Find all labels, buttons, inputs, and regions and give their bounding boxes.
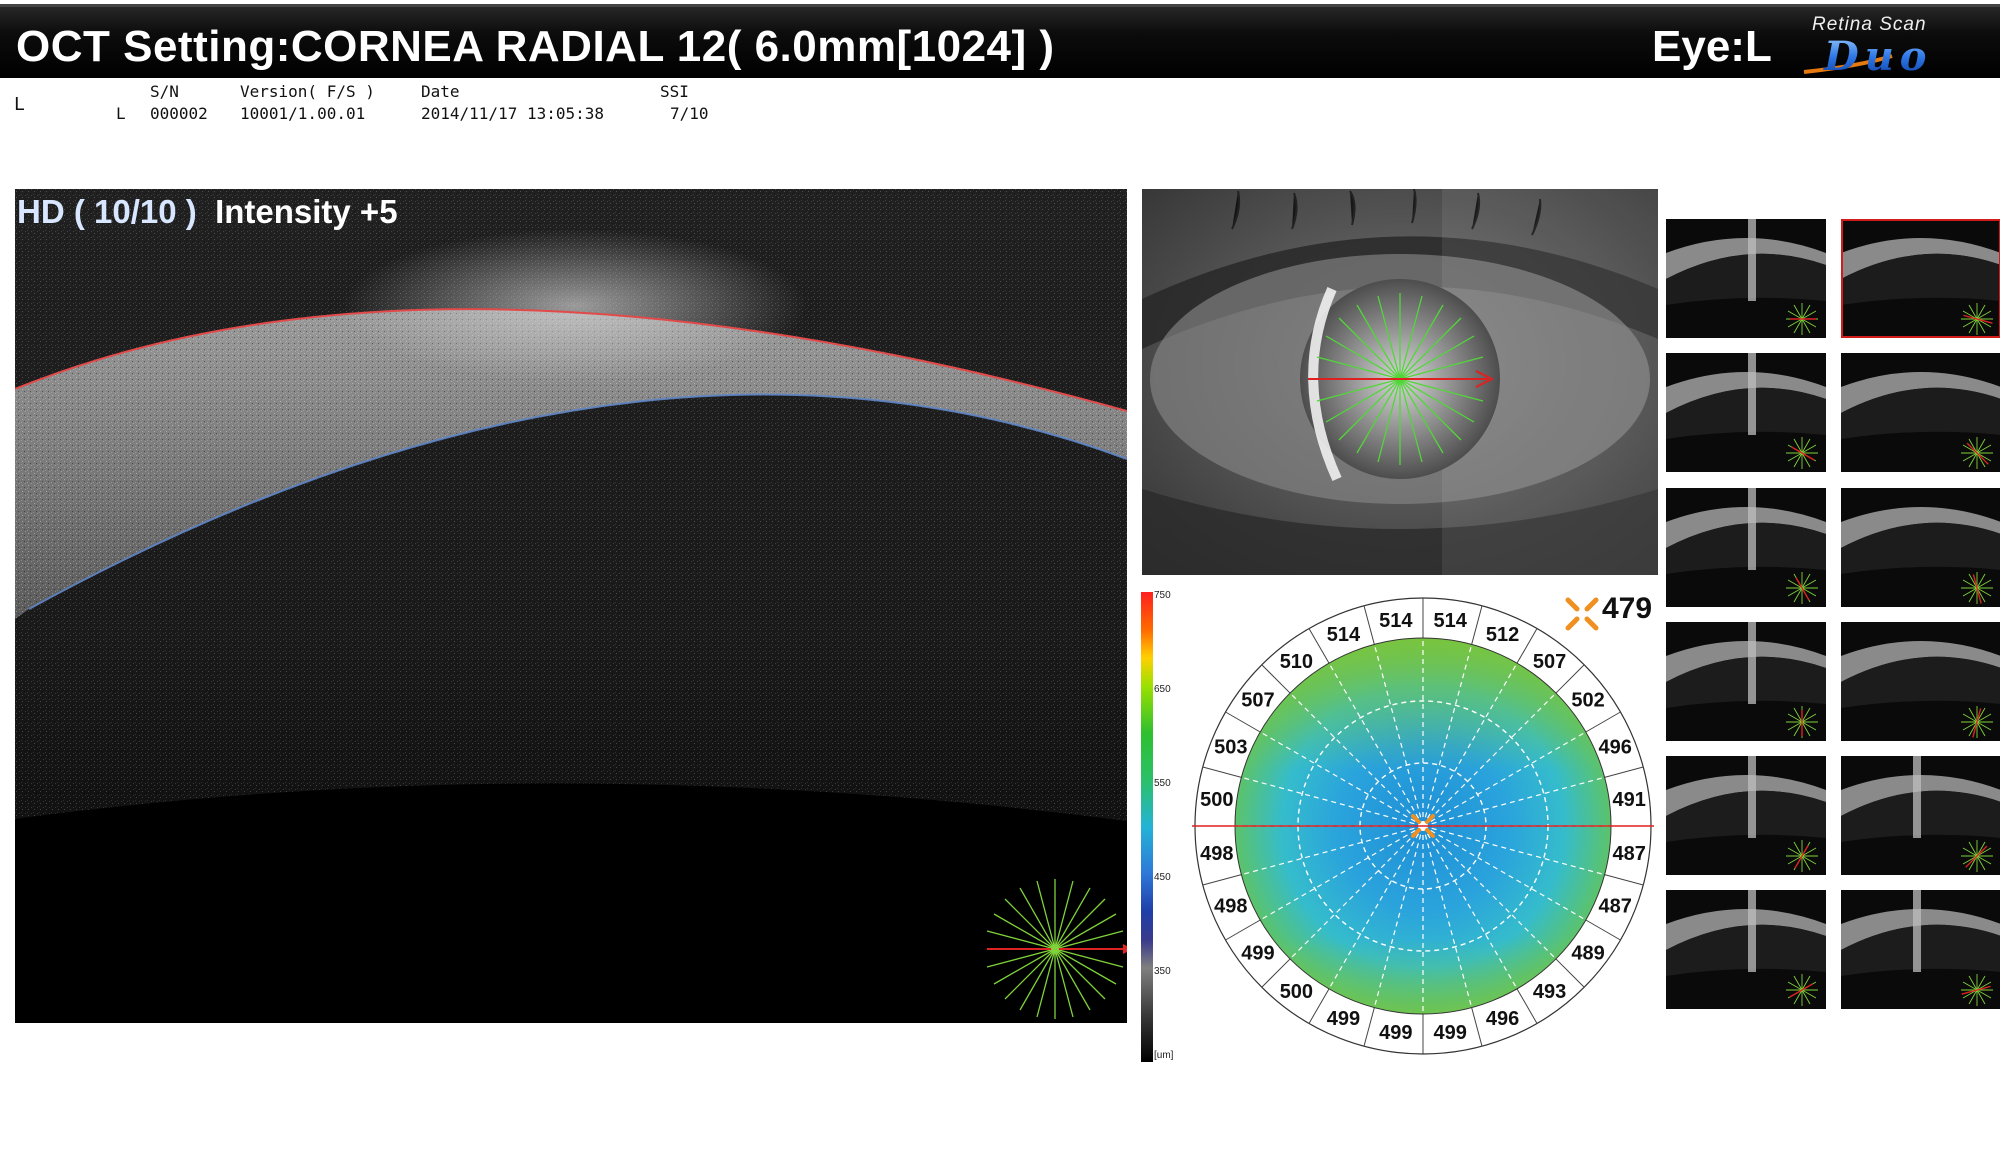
pachy-rim-value: 500	[1200, 789, 1233, 811]
thumbnail-graphic	[1841, 219, 2000, 338]
scale-tick-450: 450	[1154, 872, 1171, 883]
scan-setting-title: OCT Setting:CORNEA RADIAL 12( 6.0mm[1024…	[16, 22, 1055, 71]
pachy-rim-value: 491	[1613, 789, 1646, 811]
thumbnail-graphic	[1666, 219, 1826, 338]
sn-value: 000002	[150, 104, 208, 123]
pachy-rim-value: 496	[1486, 1008, 1519, 1030]
thumbnail-graphic	[1666, 622, 1826, 741]
pachy-rim-value: 499	[1241, 943, 1274, 965]
pachy-rim-value: 503	[1214, 736, 1247, 758]
header-bar: OCT Setting:CORNEA RADIAL 12( 6.0mm[1024…	[0, 0, 2000, 78]
anterior-segment-image[interactable]	[1142, 189, 1658, 575]
bscan-thumbnail[interactable]	[1666, 622, 1826, 741]
date-value: 2014/11/17 13:05:38	[421, 104, 605, 123]
pachy-rim-value: 500	[1280, 981, 1313, 1003]
bscan-thumbnail[interactable]	[1841, 756, 2000, 875]
thumbnail-graphic	[1666, 488, 1826, 607]
version-label: Version( F/S )	[240, 82, 375, 101]
thumbnail-graphic	[1841, 756, 2000, 875]
thumbnail-graphic	[1666, 890, 1826, 1009]
thickness-color-scale: 750 650 550 450 350 [um]	[1141, 590, 1185, 1064]
thumbnail-graphic	[1841, 622, 2000, 741]
scale-tick-750: 750	[1154, 590, 1171, 601]
iris-graphic	[1142, 189, 1658, 575]
sn-label: S/N	[150, 82, 179, 101]
pachy-rim-value: 498	[1200, 843, 1233, 865]
pachy-rim-value: 512	[1486, 624, 1519, 646]
scale-tick-650: 650	[1154, 684, 1171, 695]
bscan-thumbnail[interactable]	[1841, 219, 2000, 338]
ssi-value: 7/10	[670, 104, 709, 123]
color-scale-strip	[1141, 592, 1153, 1062]
pachymetry-map[interactable]: 514 512 507 502 496 491 487 487 489 493 496 499 499 4…	[1182, 585, 1664, 1065]
thinnest-point-icon	[1565, 597, 1599, 631]
cornea-bscan-image[interactable]: HD ( 10/10 ) Intensity +5	[15, 189, 1127, 1023]
pachy-rim-value: 507	[1241, 689, 1274, 711]
pachy-rim-value: 510	[1280, 651, 1313, 673]
bscan-thumbnail[interactable]	[1666, 890, 1826, 1009]
central-thickness-value: 479	[1602, 592, 1653, 625]
bscan-thumbnail[interactable]	[1841, 353, 2000, 472]
bscan-quality-label: HD ( 10/10 ) Intensity +5	[17, 193, 398, 231]
eye-indicator: Eye:L	[1652, 22, 1772, 71]
scale-tick-550: 550	[1154, 778, 1171, 789]
scale-unit: [um]	[1154, 1050, 1174, 1061]
row-eye: L	[116, 104, 126, 123]
pachy-rim-value: 499	[1433, 1022, 1466, 1044]
bscan-thumbnail[interactable]	[1841, 488, 2000, 607]
thumbnail-graphic	[1841, 890, 2000, 1009]
bscan-thumbnail[interactable]	[1666, 756, 1826, 875]
pachy-rim-value: 489	[1571, 943, 1604, 965]
bscan-thumbnail[interactable]	[1666, 488, 1826, 607]
pachy-rim-value: 507	[1533, 651, 1566, 673]
bscan-thumbnail[interactable]	[1666, 219, 1826, 338]
pachy-rim-value: 514	[1327, 624, 1361, 646]
pachymetry-map-graphic: 5145125075024964914874874894934964994994…	[1192, 597, 1654, 1055]
bscan-thumbnail[interactable]	[1841, 890, 2000, 1009]
bscan-thumbnail[interactable]	[1841, 622, 2000, 741]
version-value: 10001/1.00.01	[240, 104, 366, 123]
bscan-graphic	[15, 189, 1127, 1019]
pachy-rim-value: 487	[1613, 843, 1646, 865]
pachy-rim-value: 498	[1214, 896, 1247, 918]
pachy-rim-value: 493	[1533, 981, 1566, 1003]
quality-hd-label: HD ( 10/10 )	[17, 193, 197, 230]
brand-logo-graphic: Duo	[1803, 33, 1932, 76]
report-window: OCT Setting:CORNEA RADIAL 12( 6.0mm[1024…	[0, 0, 2000, 1173]
pachy-rim-value: 502	[1571, 689, 1604, 711]
thumbnail-graphic	[1841, 488, 2000, 607]
pachy-rim-value: 499	[1379, 1022, 1412, 1044]
eye-letter: L	[14, 94, 25, 115]
date-label: Date	[421, 82, 460, 101]
scale-tick-350: 350	[1154, 966, 1171, 977]
pachy-rim-value: 499	[1327, 1008, 1360, 1030]
intensity-label: Intensity +5	[215, 193, 398, 230]
pachy-rim-value: 496	[1598, 736, 1631, 758]
pachy-rim-value: 514	[1433, 610, 1467, 632]
svg-text:Duo: Duo	[1823, 33, 1932, 76]
thumbnail-graphic	[1666, 353, 1826, 472]
thumbnail-graphic	[1841, 353, 2000, 472]
retina-scan-duo-logo: Retina Scan Duo	[1800, 12, 1990, 76]
pachy-rim-value: 487	[1598, 896, 1631, 918]
thumbnail-graphic	[1666, 756, 1826, 875]
bscan-thumbnail[interactable]	[1666, 353, 1826, 472]
scan-pattern-icon	[986, 879, 1127, 1019]
ssi-label: SSI	[660, 82, 689, 101]
pachy-rim-value: 514	[1379, 610, 1413, 632]
central-thickness: 479	[1562, 590, 1662, 634]
